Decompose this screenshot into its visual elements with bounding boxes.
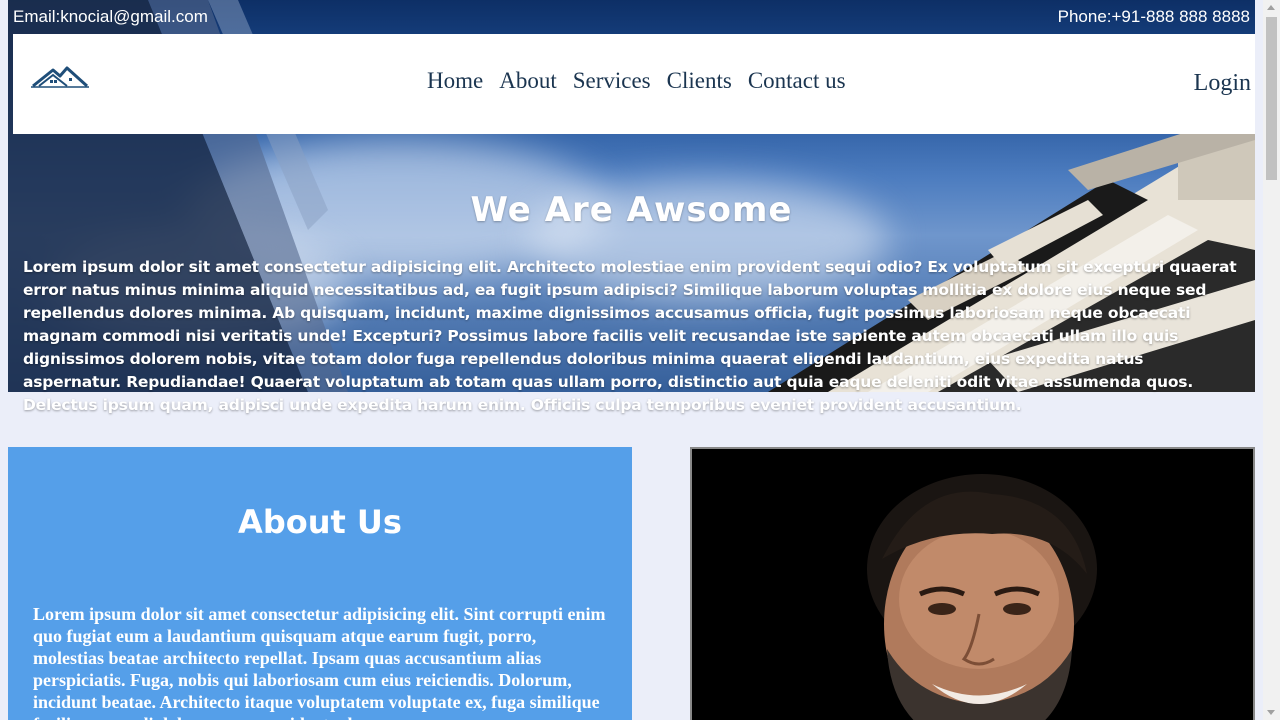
navbar: Home About Services Clients Contact us L…: [13, 34, 1255, 134]
page-scrollbar[interactable]: [1263, 0, 1280, 720]
portrait-image: [690, 447, 1255, 720]
nav-item-clients[interactable]: Clients: [667, 68, 732, 94]
about-paragraph: Lorem ipsum dolor sit amet consectetur a…: [33, 604, 606, 720]
scroll-up-arrow-icon[interactable]: [1267, 5, 1275, 10]
about-section: About Us Lorem ipsum dolor sit amet cons…: [8, 447, 632, 720]
phone-text[interactable]: Phone:+91-888 888 8888: [1058, 7, 1250, 27]
email-text[interactable]: Email:knocial@gmail.com: [13, 7, 208, 27]
page: Email:knocial@gmail.com Phone:+91-888 88…: [0, 0, 1263, 720]
top-contact-bar: Email:knocial@gmail.com Phone:+91-888 88…: [8, 0, 1255, 34]
about-title: About Us: [238, 503, 402, 541]
house-roof-logo-icon[interactable]: [31, 62, 89, 94]
nav-item-home[interactable]: Home: [427, 68, 483, 94]
nav-item-services[interactable]: Services: [573, 68, 651, 94]
scroll-down-arrow-icon[interactable]: [1267, 710, 1275, 715]
nav-item-contact[interactable]: Contact us: [748, 68, 846, 94]
hero-title: We Are Awsome: [470, 190, 793, 230]
login-link[interactable]: Login: [1194, 70, 1251, 97]
nav-menu: Home About Services Clients Contact us: [427, 68, 846, 94]
scroll-thumb[interactable]: [1266, 17, 1277, 180]
nav-item-about[interactable]: About: [499, 68, 557, 94]
hero-paragraph: Lorem ipsum dolor sit amet consectetur a…: [23, 258, 1237, 414]
